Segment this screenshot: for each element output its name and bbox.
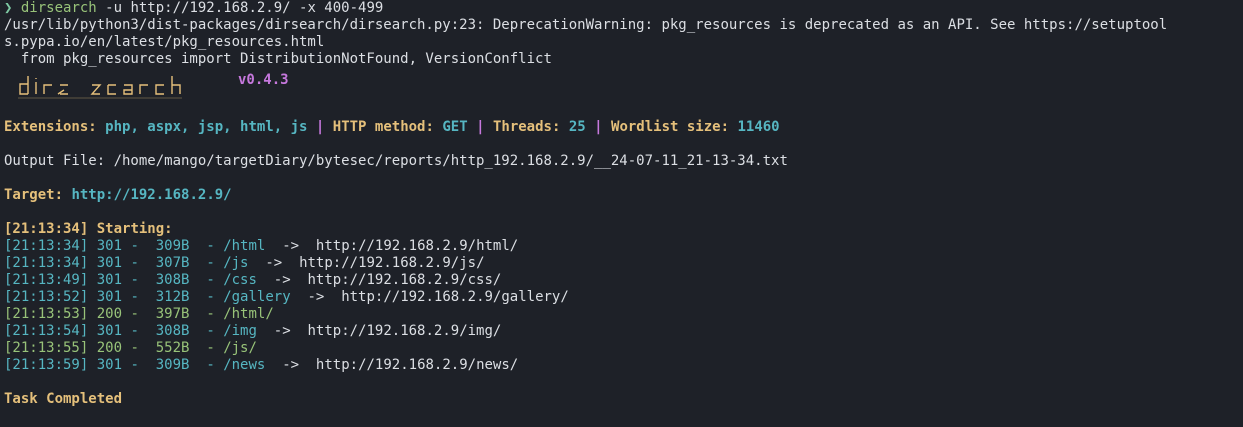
config-line: Extensions: php, aspx, jsp, html, js | H…: [4, 119, 1243, 136]
separator: |: [476, 119, 485, 135]
target-line: Target: http://192.168.2.9/: [4, 187, 1243, 204]
result-row: [21:13:52] 301 - 312B - /gallery -> http…: [4, 289, 569, 305]
target-url: http://192.168.2.9/: [71, 187, 232, 203]
starting-label: Starting:: [96, 221, 173, 237]
timestamp: [21:13:55]: [4, 340, 89, 356]
http-method-label: HTTP method:: [332, 119, 434, 135]
redirect-url: http://192.168.2.9/js/: [299, 255, 485, 271]
result-path: /gallery: [223, 289, 291, 305]
timestamp: [21:13:52]: [4, 289, 89, 305]
warning-line: from pkg_resources import DistributionNo…: [4, 51, 552, 67]
dirsearch-banner: v0.4.3: [4, 68, 1243, 119]
timestamp: [21:13:34]: [4, 238, 89, 254]
command-args: -u http://192.168.2.9/ -x 400-499: [96, 0, 384, 16]
output-file-line: Output File: /home/mango/targetDiary/byt…: [4, 153, 788, 169]
status-code: 301: [96, 255, 123, 271]
result-row: [21:13:54] 301 - 308B - /img -> http://1…: [4, 323, 502, 339]
timestamp: [21:13:53]: [4, 306, 89, 322]
timestamp: [21:13:34]: [4, 221, 89, 237]
result-row: [21:13:34] 301 - 307B - /js -> http://19…: [4, 255, 485, 271]
terminal-window[interactable]: ❯ dirsearch -u http://192.168.2.9/ -x 40…: [0, 0, 1243, 427]
timestamp: [21:13:49]: [4, 272, 89, 288]
command-name: dirsearch: [20, 0, 97, 16]
target-label: Target:: [4, 187, 64, 203]
separator: |: [594, 119, 603, 135]
response-size: 397B: [155, 306, 190, 322]
results-list: [21:13:34] 301 - 309B - /html -> http://…: [4, 238, 1243, 374]
timestamp: [21:13:59]: [4, 357, 89, 373]
warning-line: /usr/lib/python3/dist-packages/dirsearch…: [4, 17, 1168, 33]
result-path: /img: [223, 323, 257, 339]
dirsearch-logo: [18, 76, 182, 99]
result-row: [21:13:59] 301 - 309B - /news -> http://…: [4, 357, 519, 373]
redirect-arrow-icon: ->: [265, 255, 283, 271]
http-method-value: GET: [442, 119, 468, 135]
extensions-value: php, aspx, jsp, html, js: [105, 119, 308, 135]
command-line: ❯ dirsearch -u http://192.168.2.9/ -x 40…: [4, 0, 1243, 17]
redirect-arrow-icon: ->: [282, 357, 300, 373]
threads-label: Threads:: [492, 119, 561, 135]
redirect-url: http://192.168.2.9/gallery/: [341, 289, 569, 305]
redirect-url: http://192.168.2.9/img/: [307, 323, 502, 339]
starting-line: [21:13:34] Starting:: [4, 221, 1243, 238]
prompt-arrow-icon: ❯: [4, 0, 13, 16]
result-row: [21:13:55] 200 - 552B - /js/: [4, 340, 257, 356]
result-path: /html: [223, 238, 266, 254]
result-row: [21:13:53] 200 - 397B - /html/: [4, 306, 274, 322]
warning-line: s.pypa.io/en/latest/pkg_resources.html: [4, 34, 325, 50]
wordlist-size-label: Wordlist size:: [611, 119, 730, 135]
redirect-url: http://192.168.2.9/html/: [315, 238, 519, 254]
timestamp: [21:13:54]: [4, 323, 89, 339]
redirect-arrow-icon: ->: [273, 272, 291, 288]
status-code: 301: [96, 238, 123, 254]
status-code: 301: [96, 289, 123, 305]
status-code: 301: [96, 323, 123, 339]
result-row: [21:13:49] 301 - 308B - /css -> http://1…: [4, 272, 502, 288]
response-size: 309B: [155, 238, 190, 254]
status-code: 200: [96, 340, 123, 356]
result-path: /js/: [223, 340, 257, 356]
result-path: /css: [223, 272, 257, 288]
response-size: 309B: [155, 357, 190, 373]
response-size: 312B: [155, 289, 190, 305]
extensions-label: Extensions:: [4, 119, 97, 135]
response-size: 308B: [155, 272, 190, 288]
redirect-url: http://192.168.2.9/css/: [307, 272, 502, 288]
response-size: 552B: [155, 340, 190, 356]
wordlist-size-value: 11460: [737, 119, 780, 135]
response-size: 308B: [155, 323, 190, 339]
redirect-arrow-icon: ->: [273, 323, 291, 339]
redirect-arrow-icon: ->: [307, 289, 325, 305]
status-code: 200: [96, 306, 123, 322]
status-code: 301: [96, 357, 123, 373]
result-path: /html/: [223, 306, 274, 322]
result-path: /js: [223, 255, 249, 271]
timestamp: [21:13:34]: [4, 255, 89, 271]
version-label: v0.4.3: [238, 72, 289, 88]
status-code: 301: [96, 272, 123, 288]
redirect-url: http://192.168.2.9/news/: [315, 357, 519, 373]
response-size: 307B: [155, 255, 190, 271]
separator: |: [315, 119, 325, 135]
result-path: /news: [223, 357, 266, 373]
task-completed-line: Task Completed: [4, 391, 123, 407]
threads-value: 25: [568, 119, 586, 135]
result-row: [21:13:34] 301 - 309B - /html -> http://…: [4, 238, 519, 254]
redirect-arrow-icon: ->: [282, 238, 300, 254]
